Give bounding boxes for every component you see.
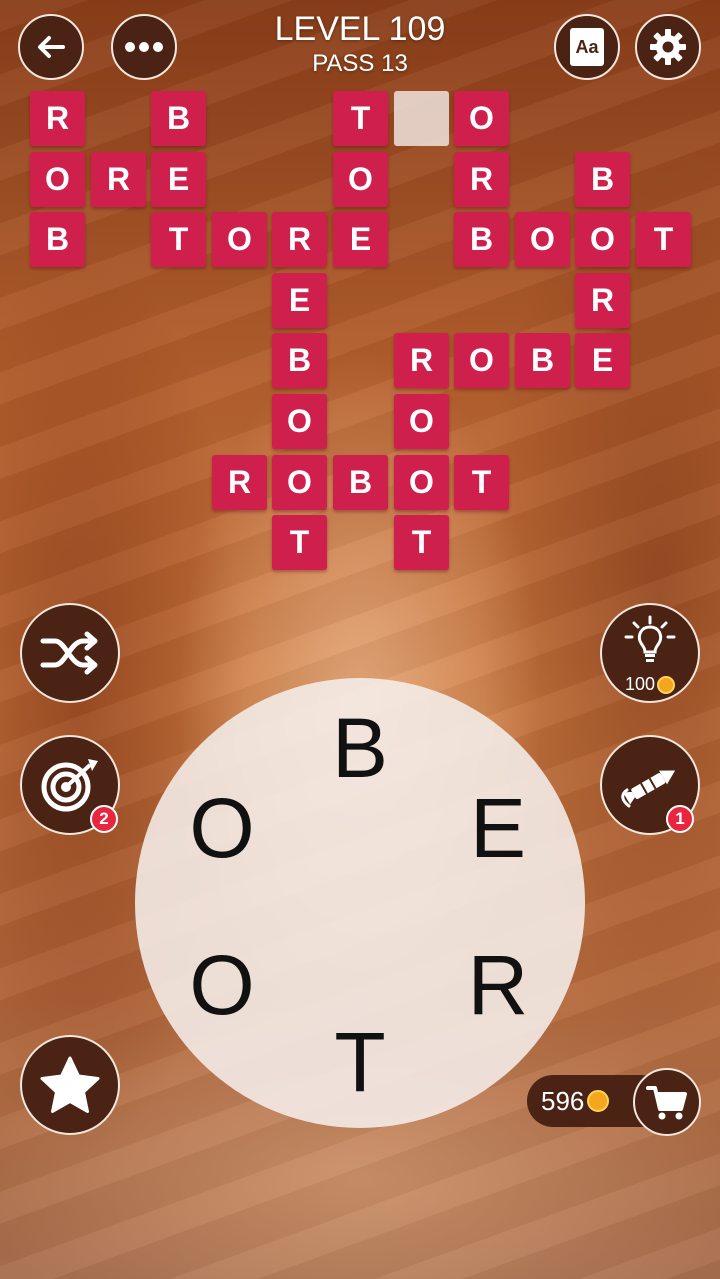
wheel-letter-upper-left[interactable]: O [172,778,272,878]
coin-icon [587,1090,610,1112]
rocket-count-badge: 1 [666,805,694,833]
grid-tile: O [272,394,327,449]
shuffle-icon [40,631,98,675]
grid-tile: R [30,91,85,146]
grid-tile: O [333,152,388,207]
grid-tile: T [333,91,388,146]
hint-button[interactable]: 100 [600,603,700,703]
grid-tile: E [575,333,630,388]
grid-tile: B [272,333,327,388]
letter-wheel[interactable]: B E R T O O [135,678,585,1128]
coin-balance-value: 596 [541,1085,585,1116]
grid-tile: R [394,333,449,388]
star-button[interactable] [20,1035,120,1135]
wheel-letter-bottom[interactable]: T [310,1012,410,1112]
grid-tile: O [212,212,267,267]
gear-icon [650,29,686,65]
hint-cost-value: 100 [624,674,656,694]
grid-tile-empty [394,91,449,146]
grid-tile: R [575,273,630,328]
grid-tile: T [394,515,449,570]
grid-tile: T [151,212,206,267]
wheel-letter-lower-left[interactable]: O [172,935,272,1035]
grid-tile: E [272,273,327,328]
grid-tile: B [30,212,85,267]
wheel-letter-lower-right[interactable]: R [448,935,548,1035]
target-count-badge: 2 [90,805,118,833]
shop-button[interactable] [633,1068,701,1136]
grid-tile: B [151,91,206,146]
grid-tile: B [454,212,509,267]
coin-icon [657,675,676,694]
grid-tile: T [636,212,691,267]
grid-tile: B [575,152,630,207]
lightbulb-icon [624,615,676,662]
grid-tile: B [333,455,388,510]
grid-tile: O [394,394,449,449]
target-button[interactable]: 2 [20,735,120,835]
grid-tile: O [454,91,509,146]
wheel-letter-top[interactable]: B [310,698,410,798]
firework-rocket-icon [621,770,676,808]
settings-button[interactable] [635,14,701,80]
dictionary-icon-label: Aa [575,36,599,57]
grid-tile: R [272,212,327,267]
grid-tile: O [515,212,570,267]
grid-tile: T [272,515,327,570]
dictionary-icon: Aa [570,28,604,66]
grid-tile: R [91,152,146,207]
dictionary-button[interactable]: Aa [554,14,620,80]
grid-tile: E [151,152,206,207]
hint-cost: 100 [602,674,698,695]
grid-tile: R [454,152,509,207]
grid-tile: T [454,455,509,510]
grid-tile: O [454,333,509,388]
grid-tile: B [515,333,570,388]
grid-tile: O [30,152,85,207]
star-icon [40,1056,100,1113]
cart-icon [646,1086,687,1120]
grid-tile: O [394,455,449,510]
grid-tile: O [272,455,327,510]
grid-tile: E [333,212,388,267]
target-icon [41,759,98,812]
rocket-button[interactable]: 1 [600,735,700,835]
wheel-letter-upper-right[interactable]: E [448,778,548,878]
grid-tile: O [575,212,630,267]
shuffle-button[interactable] [20,603,120,703]
grid-tile: R [212,455,267,510]
